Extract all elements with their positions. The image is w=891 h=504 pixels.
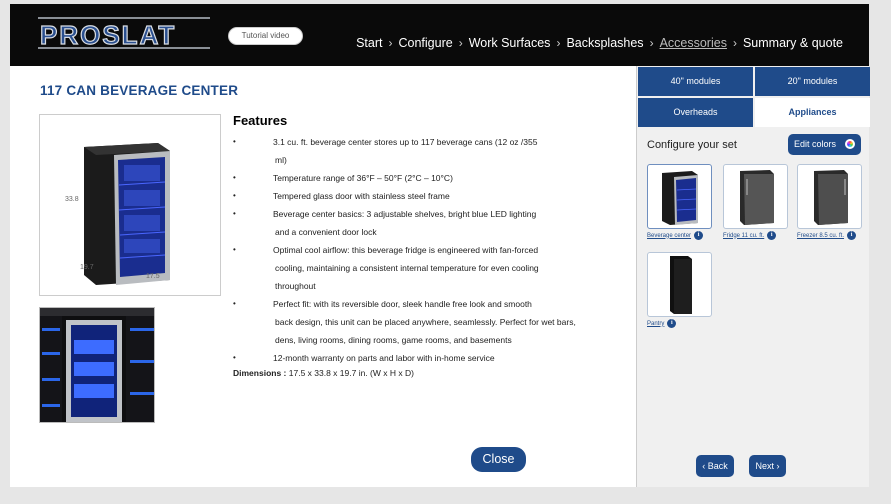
height-dimension-label: 33.8 bbox=[65, 196, 79, 203]
features-section: Features • 3.1 cu. ft. beverage center st… bbox=[233, 113, 623, 378]
nav-step-accessories[interactable]: Accessories bbox=[660, 36, 727, 50]
feature-line: Beverage center basics: 3 adjustable she… bbox=[273, 209, 537, 219]
chevron-right-icon: › bbox=[458, 36, 463, 50]
info-icon[interactable]: i bbox=[767, 231, 777, 240]
feature-line: ml) bbox=[275, 155, 287, 165]
next-button[interactable]: Next › bbox=[749, 455, 786, 477]
product-dimension-image: 33.8 19.7 17.5 bbox=[39, 114, 221, 296]
tab-overheads[interactable]: Overheads bbox=[638, 98, 753, 127]
feature-item: • Optimal cool airflow: this beverage fri… bbox=[233, 241, 623, 295]
tutorial-video-button[interactable]: Tutorial video bbox=[228, 27, 303, 45]
product-detail-panel: 117 CAN BEVERAGE CENTER 33.8 19.7 17.5 F… bbox=[10, 66, 636, 487]
chevron-right-icon: › bbox=[388, 36, 393, 50]
feature-line: 3.1 cu. ft. beverage center stores up to… bbox=[273, 137, 538, 147]
edit-colors-label: Edit colors bbox=[794, 139, 837, 149]
feature-list: • 3.1 cu. ft. beverage center stores up t… bbox=[233, 133, 623, 367]
chevron-right-icon: › bbox=[556, 36, 561, 50]
edit-colors-button[interactable]: Edit colors bbox=[788, 134, 861, 155]
appliance-label[interactable]: Pantry bbox=[647, 321, 664, 327]
feature-line: Tempered glass door with stainless steel… bbox=[273, 191, 450, 201]
width-dimension-label: 17.5 bbox=[146, 273, 160, 280]
beverage-center-thumbnail[interactable] bbox=[647, 164, 712, 229]
nav-step-backsplashes[interactable]: Backsplashes bbox=[566, 36, 643, 50]
bullet-icon: • bbox=[233, 299, 236, 308]
feature-line: Optimal cool airflow: this beverage frid… bbox=[273, 245, 539, 255]
info-icon[interactable]: i bbox=[694, 231, 704, 240]
feature-line: throughout bbox=[275, 281, 316, 291]
feature-line: back design, this unit can be placed any… bbox=[275, 317, 576, 327]
app-header: PROSLAT Tutorial video Start › Configure › W… bbox=[10, 4, 869, 66]
appliance-label[interactable]: Freezer 8.5 cu. ft. bbox=[797, 233, 844, 239]
info-icon[interactable]: i bbox=[667, 319, 677, 328]
proslat-logo[interactable]: PROSLAT bbox=[38, 17, 210, 57]
bullet-icon: • bbox=[233, 353, 236, 362]
tab-40-modules[interactable]: 40" modules bbox=[638, 67, 753, 96]
nav-step-configure[interactable]: Configure bbox=[398, 36, 452, 50]
nav-step-work-surfaces[interactable]: Work Surfaces bbox=[469, 36, 551, 50]
feature-item: • Tempered glass door with stainless stee… bbox=[233, 187, 623, 205]
dimensions-value: 17.5 x 33.8 x 19.7 in. (W x H x D) bbox=[288, 368, 414, 378]
feature-item: • Temperature range of 36°F – 50°F (2°C –… bbox=[233, 169, 623, 187]
feature-line: cooling, maintaining a consistent intern… bbox=[275, 263, 539, 273]
tab-20-modules[interactable]: 20" modules bbox=[755, 67, 870, 96]
appliance-label[interactable]: Beverage center bbox=[647, 233, 691, 239]
bullet-icon: • bbox=[233, 137, 236, 146]
pantry-thumbnail[interactable] bbox=[647, 252, 712, 317]
bullet-icon: • bbox=[233, 191, 236, 200]
info-icon[interactable]: i bbox=[847, 231, 857, 240]
product-title: 117 CAN BEVERAGE CENTER bbox=[40, 83, 239, 98]
feature-item: • 3.1 cu. ft. beverage center stores up t… bbox=[233, 133, 623, 169]
feature-line: 12-month warranty on parts and labor wit… bbox=[273, 353, 495, 363]
feature-item: • Perfect fit: with its reversible door, … bbox=[233, 295, 623, 349]
appliance-pantry[interactable]: Pantry i bbox=[647, 252, 712, 328]
depth-dimension-label: 19.7 bbox=[80, 264, 94, 271]
bullet-icon: • bbox=[233, 173, 236, 182]
tab-appliances[interactable]: Appliances bbox=[755, 98, 870, 127]
appliance-label[interactable]: Fridge 11 cu. ft. bbox=[723, 233, 764, 239]
back-button[interactable]: ‹ Back bbox=[696, 455, 734, 477]
feature-line: dens, living rooms, dining rooms, game r… bbox=[275, 335, 512, 345]
bullet-icon: • bbox=[233, 209, 236, 218]
dimensions-text: Dimensions : 17.5 x 33.8 x 19.7 in. (W x… bbox=[233, 368, 623, 378]
color-wheel-icon bbox=[845, 139, 855, 149]
step-navigation: Start › Configure › Work Surfaces › Backsplash… bbox=[356, 36, 843, 50]
nav-step-start[interactable]: Start bbox=[356, 36, 382, 50]
bullet-icon: • bbox=[233, 245, 236, 254]
configure-set-label: Configure your set bbox=[647, 139, 737, 151]
appliance-freezer[interactable]: Freezer 8.5 cu. ft. i bbox=[797, 164, 862, 240]
nav-step-summary-quote[interactable]: Summary & quote bbox=[743, 36, 843, 50]
fridge-thumbnail[interactable] bbox=[723, 164, 788, 229]
svg-text:PROSLAT: PROSLAT bbox=[40, 20, 176, 50]
freezer-thumbnail[interactable] bbox=[797, 164, 862, 229]
feature-item: • Beverage center basics: 3 adjustable sh… bbox=[233, 205, 623, 241]
chevron-right-icon: › bbox=[649, 36, 654, 50]
feature-line: Temperature range of 36°F – 50°F (2°C – … bbox=[273, 173, 453, 183]
features-heading: Features bbox=[233, 113, 288, 128]
appliance-beverage-center[interactable]: Beverage center i bbox=[647, 164, 712, 240]
feature-line: Perfect fit: with its reversible door, s… bbox=[273, 299, 532, 309]
beverage-center-drawing bbox=[84, 143, 170, 285]
feature-line: and a convenient door lock bbox=[275, 227, 377, 237]
chevron-right-icon: › bbox=[732, 36, 737, 50]
feature-item: • 12-month warranty on parts and labor wi… bbox=[233, 349, 623, 367]
product-photo bbox=[39, 307, 155, 423]
dimensions-label: Dimensions : bbox=[233, 368, 287, 378]
configurator-sidebar: 40" modules 20" modules Overheads Applia… bbox=[636, 66, 870, 487]
appliance-fridge[interactable]: Fridge 11 cu. ft. i bbox=[723, 164, 788, 240]
close-button[interactable]: Close bbox=[471, 447, 526, 472]
